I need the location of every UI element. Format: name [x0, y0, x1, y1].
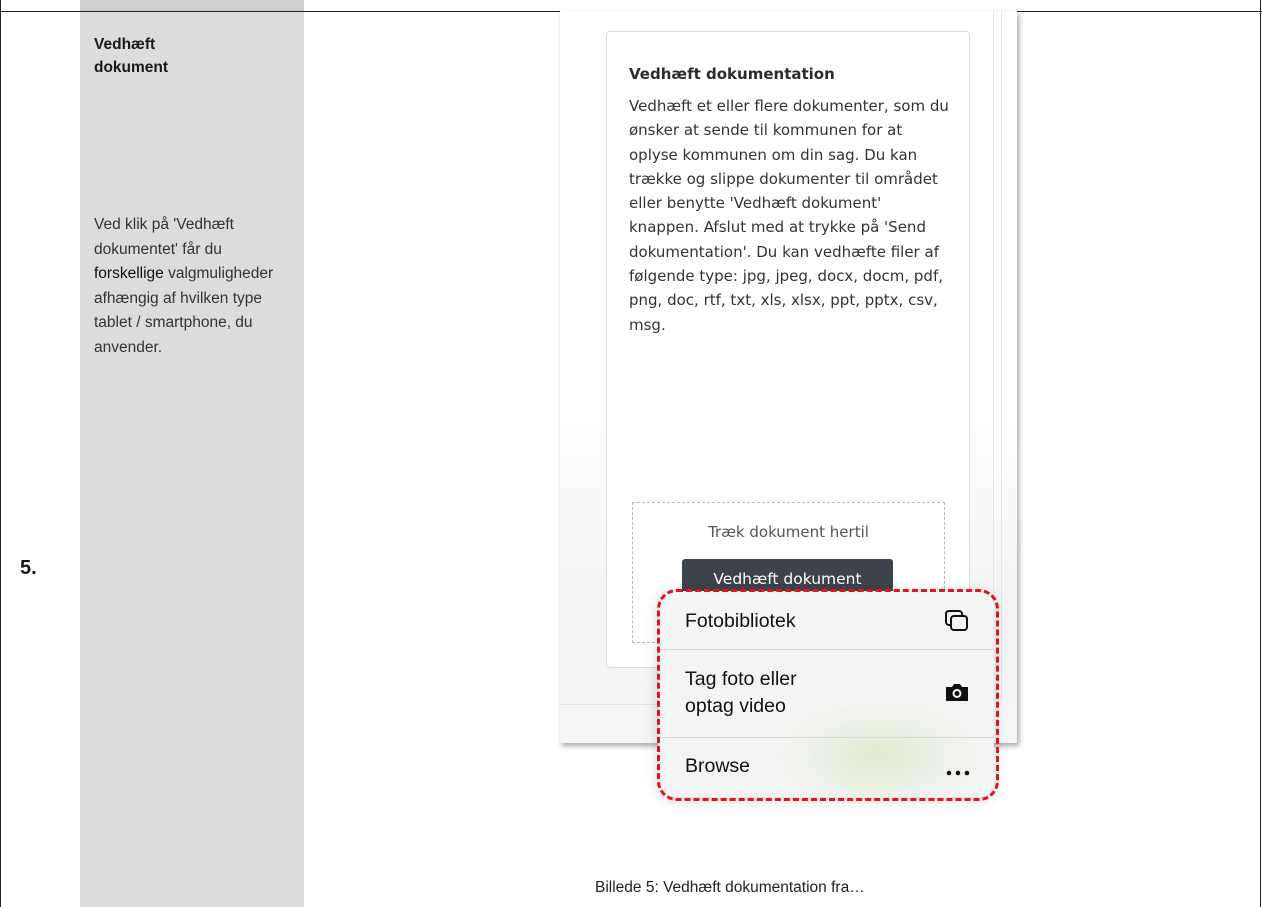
step-number: 5.	[20, 557, 37, 579]
step-description-column	[80, 0, 304, 907]
previous-row-cell	[80, 0, 304, 11]
image-caption: Billede 5: Vedhæft dokumentation fra…	[595, 879, 865, 896]
screen-edge	[1001, 11, 1002, 701]
drop-zone-label: Træk dokument hertil	[708, 523, 869, 541]
attach-document-button[interactable]: Vedhæft dokument	[682, 559, 893, 593]
card-instructions: Vedhæft et eller flere dokumenter, som d…	[629, 97, 949, 334]
card-title: Vedhæft dokumentation	[629, 65, 835, 83]
screen-divider	[560, 704, 666, 705]
highlight-outline	[657, 589, 999, 801]
step-title: Vedhæft dokument	[94, 36, 169, 76]
step-description: Ved klik på 'Vedhæft dokumentet' får du …	[94, 216, 274, 356]
attach-documentation-card: Vedhæft dokumentation Vedhæft et eller f…	[606, 31, 970, 668]
